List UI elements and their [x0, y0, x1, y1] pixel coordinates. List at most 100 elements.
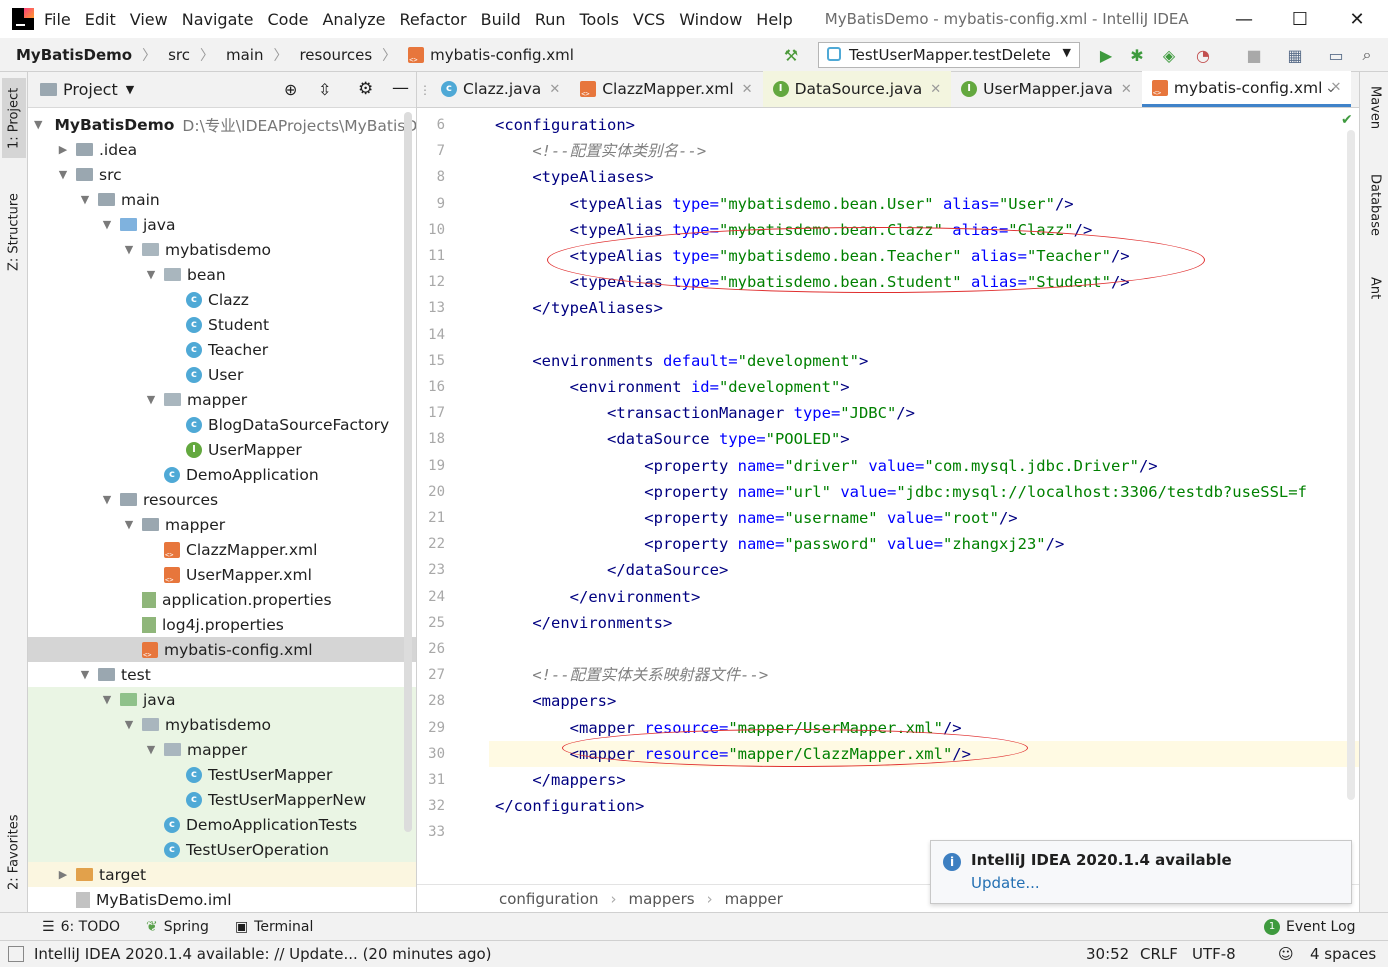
hide-panel-icon[interactable]: —: [392, 78, 409, 98]
tree-item-mybatisdemo[interactable]: ▼ mybatisdemo: [28, 712, 416, 737]
tree-item-mapper[interactable]: ▼ mapper: [28, 737, 416, 762]
maximize-icon[interactable]: ☐: [1286, 6, 1314, 32]
line-number[interactable]: 6: [417, 117, 445, 133]
menu-edit[interactable]: Edit: [85, 10, 116, 29]
tree-item-application-properties[interactable]: application.properties: [28, 587, 416, 612]
tree-item-src[interactable]: ▼ src: [28, 162, 416, 187]
tree-item-demoapplication[interactable]: c DemoApplication: [28, 462, 416, 487]
inspection-ok-icon[interactable]: ✔: [1341, 112, 1353, 128]
menu-view[interactable]: View: [130, 10, 168, 29]
expand-arrow-icon[interactable]: ▼: [56, 168, 70, 181]
line-number[interactable]: 12: [417, 274, 445, 290]
line-separator[interactable]: CRLF: [1140, 945, 1178, 963]
code-editor[interactable]: <configuration> <!--配置实体类别名--> <typeAlia…: [489, 108, 1359, 884]
tree-item-main[interactable]: ▼ main: [28, 187, 416, 212]
tree-item-mybatisdemo[interactable]: ▼ MyBatisDemo D:\专业\IDEAProjects\MyBatisDe: [28, 112, 416, 137]
gear-icon[interactable]: ⚙: [358, 79, 373, 99]
tab-datasource-java[interactable]: I DataSource.java ✕: [762, 71, 952, 107]
tree-item-testuseroperation[interactable]: c TestUserOperation: [28, 837, 416, 862]
stop-icon[interactable]: ■: [1243, 44, 1265, 66]
tab-clazz-java[interactable]: c Clazz.java ✕: [431, 71, 570, 107]
tab-usermapper-java[interactable]: I UserMapper.java ✕: [951, 71, 1142, 107]
maven-tool-tab[interactable]: Maven: [1363, 86, 1387, 156]
run-icon[interactable]: ▶: [1095, 44, 1117, 66]
tree-item-testusermappernew[interactable]: c TestUserMapperNew: [28, 787, 416, 812]
line-number[interactable]: 32: [417, 798, 445, 814]
line-number[interactable]: 21: [417, 510, 445, 526]
structure-tool-tab[interactable]: Z: Structure: [2, 182, 26, 282]
menu-tools[interactable]: Tools: [580, 10, 619, 29]
hector-icon[interactable]: ☺: [1278, 945, 1294, 963]
line-number[interactable]: 22: [417, 536, 445, 552]
collapse-arrow-icon[interactable]: ▶: [56, 143, 70, 156]
expand-arrow-icon[interactable]: ▼: [122, 518, 136, 531]
tree-item-blogdatasourcefactory[interactable]: c BlogDataSourceFactory: [28, 412, 416, 437]
line-number[interactable]: 7: [417, 143, 445, 159]
breadcrumb-src[interactable]: src: [168, 46, 190, 64]
line-number[interactable]: 28: [417, 693, 445, 709]
toggle-layout-icon[interactable]: ▭: [1325, 44, 1347, 66]
tree-item-java[interactable]: ▼ java: [28, 212, 416, 237]
menu-file[interactable]: File: [44, 10, 71, 29]
line-number[interactable]: 24: [417, 589, 445, 605]
expand-arrow-icon[interactable]: ▼: [100, 693, 114, 706]
line-number[interactable]: 30: [417, 746, 445, 762]
xml-crumb-configuration[interactable]: configuration: [499, 890, 599, 908]
editor-scrollbar[interactable]: [1347, 130, 1355, 800]
project-structure-icon[interactable]: ▦: [1284, 44, 1306, 66]
tab-mybatis-config-xml[interactable]: mybatis-config.xml✕: [1141, 71, 1352, 107]
menu-refactor[interactable]: Refactor: [400, 10, 467, 29]
line-number[interactable]: 33: [417, 824, 445, 840]
tab-clazzmapper-xml[interactable]: ClazzMapper.xml ✕: [570, 71, 762, 107]
show-tabs-chevron-icon[interactable]: ⌄: [1325, 80, 1337, 96]
profile-icon[interactable]: ◔: [1192, 44, 1214, 66]
close-tab-icon[interactable]: ✕: [1121, 82, 1132, 97]
expand-arrow-icon[interactable]: ▼: [122, 243, 136, 256]
menu-window[interactable]: Window: [679, 10, 742, 29]
event-log-button[interactable]: 1 Event Log: [1264, 919, 1356, 935]
breadcrumb-main[interactable]: main: [226, 46, 263, 64]
minimize-icon[interactable]: —: [1230, 6, 1258, 32]
chevron-down-icon[interactable]: ▼: [126, 83, 134, 96]
indent-setting[interactable]: 4 spaces: [1310, 945, 1376, 963]
line-number[interactable]: 10: [417, 222, 445, 238]
menu-code[interactable]: Code: [268, 10, 309, 29]
tree-item-clazz[interactable]: c Clazz: [28, 287, 416, 312]
menu-analyze[interactable]: Analyze: [322, 10, 385, 29]
tree-item--idea[interactable]: ▶ .idea: [28, 137, 416, 162]
tree-item-mapper[interactable]: ▼ mapper: [28, 387, 416, 412]
close-window-icon[interactable]: ✕: [1343, 6, 1371, 32]
debug-icon[interactable]: ✱: [1126, 44, 1148, 66]
tree-item-usermapper[interactable]: I UserMapper: [28, 437, 416, 462]
tree-item-demoapplicationtests[interactable]: c DemoApplicationTests: [28, 812, 416, 837]
tree-scrollbar[interactable]: [404, 112, 412, 832]
tree-item-testusermapper[interactable]: c TestUserMapper: [28, 762, 416, 787]
line-number[interactable]: 15: [417, 353, 445, 369]
expand-arrow-icon[interactable]: ▼: [100, 493, 114, 506]
close-tab-icon[interactable]: ✕: [549, 82, 560, 97]
expand-arrow-icon[interactable]: ▼: [34, 118, 42, 131]
xml-crumb-mappers[interactable]: mappers: [629, 890, 695, 908]
toggle-tool-windows-icon[interactable]: [8, 946, 24, 962]
expand-arrow-icon[interactable]: ▼: [100, 218, 114, 231]
breadcrumb-project[interactable]: MyBatisDemo: [16, 46, 132, 64]
line-number[interactable]: 18: [417, 431, 445, 447]
database-tool-tab[interactable]: Database: [1363, 174, 1387, 264]
menu-vcs[interactable]: VCS: [633, 10, 665, 29]
line-number[interactable]: 26: [417, 641, 445, 657]
line-number[interactable]: 27: [417, 667, 445, 683]
locate-file-icon[interactable]: ⊕: [284, 80, 297, 99]
line-number[interactable]: 17: [417, 405, 445, 421]
line-number[interactable]: 25: [417, 615, 445, 631]
xml-crumb-mapper[interactable]: mapper: [725, 890, 783, 908]
close-tab-icon[interactable]: ✕: [930, 82, 941, 97]
expand-arrow-icon[interactable]: ▼: [122, 718, 136, 731]
terminal-tool-button[interactable]: ▣ Terminal: [235, 919, 313, 935]
line-number[interactable]: 16: [417, 379, 445, 395]
expand-arrow-icon[interactable]: ▼: [78, 193, 92, 206]
expand-arrow-icon[interactable]: ▼: [78, 668, 92, 681]
line-number[interactable]: 23: [417, 562, 445, 578]
caret-position[interactable]: 30:52: [1086, 945, 1129, 963]
expand-arrow-icon[interactable]: ▼: [144, 268, 158, 281]
tree-item-target[interactable]: ▶ target: [28, 862, 416, 887]
